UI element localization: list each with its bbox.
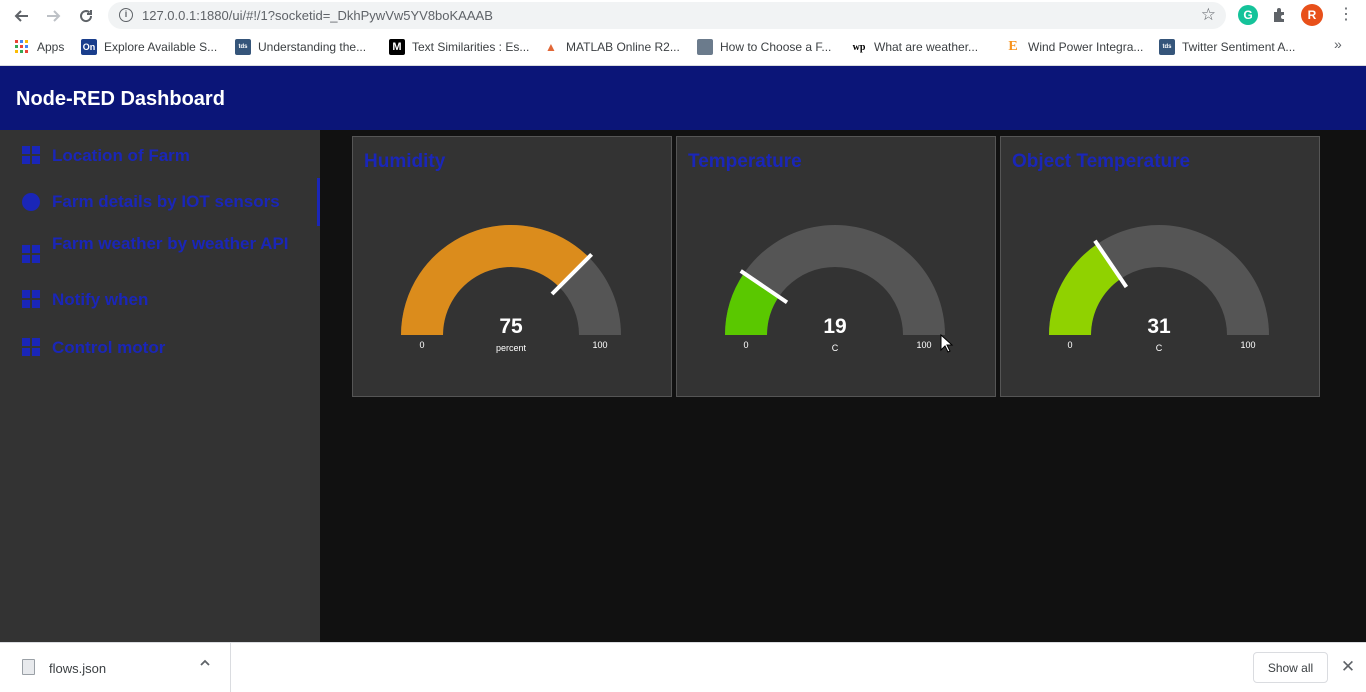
gauge-value: 19 bbox=[823, 315, 846, 338]
gauge-max-label: 100 bbox=[1240, 340, 1255, 350]
bookmark-item[interactable]: How to Choose a F... bbox=[697, 38, 831, 56]
globe-icon bbox=[22, 193, 40, 211]
sidebar-item-control-motor[interactable]: Control motor bbox=[0, 336, 320, 358]
back-icon[interactable] bbox=[9, 4, 33, 28]
dashboard-grid-icon bbox=[22, 146, 40, 164]
wp-logo-icon: wp bbox=[852, 41, 866, 53]
sidebar-item-location-of-farm[interactable]: Location of Farm bbox=[0, 144, 320, 166]
gauge-unit: C bbox=[832, 343, 839, 353]
browser-toolbar: i 127.0.0.1:1880/ui/#!/1?socketid=_DkhPy… bbox=[0, 0, 1366, 32]
humidity-gauge: 75 percent 0 100 bbox=[401, 225, 621, 353]
bookmarks-overflow-icon[interactable]: » bbox=[1334, 36, 1342, 52]
sidebar-item-label: Notify when bbox=[52, 289, 149, 309]
bookmark-item[interactable]: ▲ MATLAB Online R2... bbox=[543, 38, 680, 56]
bookmark-item[interactable]: tds Understanding the... bbox=[235, 38, 366, 56]
e-logo-icon: E bbox=[1008, 39, 1018, 54]
matlab-logo-icon: ▲ bbox=[545, 40, 557, 54]
show-all-button[interactable]: Show all bbox=[1253, 652, 1328, 683]
bookmark-star-icon[interactable]: ☆ bbox=[1201, 5, 1216, 25]
gauge-max-label: 100 bbox=[592, 340, 607, 350]
gauge-min-label: 0 bbox=[743, 340, 748, 350]
address-bar[interactable]: i 127.0.0.1:1880/ui/#!/1?socketid=_DkhPy… bbox=[108, 2, 1226, 29]
file-icon bbox=[22, 659, 35, 675]
reload-icon[interactable] bbox=[74, 4, 98, 28]
mouse-cursor-icon bbox=[940, 334, 954, 353]
bookmark-label: How to Choose a F... bbox=[720, 40, 832, 54]
dashboard-grid-icon bbox=[22, 338, 40, 356]
bookmark-item[interactable]: wp What are weather... bbox=[851, 38, 978, 56]
forward-icon[interactable] bbox=[42, 4, 66, 28]
thumbnail-icon bbox=[697, 39, 713, 55]
bookmark-label: What are weather... bbox=[874, 40, 979, 54]
gauge-min-label: 0 bbox=[1067, 340, 1072, 350]
gauge-card-humidity: Humidity 75 percent 0 100 bbox=[352, 136, 672, 397]
gauge-unit: C bbox=[1156, 343, 1163, 353]
bookmark-item[interactable]: tds Twitter Sentiment A... bbox=[1159, 38, 1295, 56]
browser-menu-icon[interactable]: ⋮ bbox=[1338, 4, 1354, 26]
gauge-unit: percent bbox=[496, 343, 527, 353]
dashboard-header: Node-RED Dashboard bbox=[0, 66, 1366, 130]
gauge-card-temperature: Temperature 19 C 0 100 bbox=[676, 136, 996, 397]
extensions-puzzle-icon[interactable] bbox=[1270, 5, 1290, 25]
tds-logo-icon: tds bbox=[235, 39, 251, 55]
medium-logo-icon: M bbox=[389, 39, 405, 55]
bookmark-label: Understanding the... bbox=[258, 40, 367, 54]
gauge-min-label: 0 bbox=[419, 340, 424, 350]
apps-grid-icon bbox=[14, 39, 30, 55]
bookmark-item[interactable]: On Explore Available S... bbox=[81, 38, 217, 56]
sidebar-item-farm-weather[interactable]: Farm weather by weather API bbox=[0, 234, 320, 274]
chevron-up-icon[interactable] bbox=[199, 657, 211, 672]
sidebar-item-label: Location of Farm bbox=[52, 145, 190, 165]
bookmark-apps[interactable]: Apps bbox=[14, 38, 64, 56]
sidebar-item-label: Farm details by IOT sensors bbox=[52, 192, 280, 211]
bookmark-label: MATLAB Online R2... bbox=[566, 40, 680, 54]
download-item[interactable]: flows.json bbox=[0, 643, 231, 692]
dashboard-grid-icon bbox=[22, 290, 40, 308]
sidebar-item-label: Farm weather by weather API bbox=[52, 234, 289, 253]
bookmark-label: Explore Available S... bbox=[104, 40, 218, 54]
gauge-max-label: 100 bbox=[916, 340, 931, 350]
downloads-bar: flows.json Show all ✕ bbox=[0, 642, 1366, 692]
gauge-value: 75 bbox=[499, 315, 523, 338]
grammarly-icon[interactable]: G bbox=[1238, 5, 1258, 25]
dashboard-grid-icon bbox=[22, 245, 40, 263]
bookmark-item[interactable]: M Text Similarities : Es... bbox=[389, 38, 529, 56]
temperature-gauge: 19 C 0 100 bbox=[725, 225, 945, 353]
gauge-fill bbox=[401, 225, 589, 335]
bookmark-label: Twitter Sentiment A... bbox=[1182, 40, 1296, 54]
site-info-icon[interactable]: i bbox=[119, 8, 133, 22]
page-title: Node-RED Dashboard bbox=[16, 88, 225, 110]
sidebar: Location of Farm Farm details by IOT sen… bbox=[0, 130, 320, 642]
bookmark-label: Wind Power Integra... bbox=[1028, 40, 1144, 54]
gauge-card-object-temperature: Object Temperature 31 C 0 100 bbox=[1000, 136, 1320, 397]
url-text[interactable]: 127.0.0.1:1880/ui/#!/1?socketid=_DkhPywV… bbox=[142, 8, 493, 23]
bookmark-item[interactable]: E Wind Power Integra... bbox=[1005, 38, 1143, 56]
gauge-value: 31 bbox=[1147, 315, 1171, 338]
sidebar-item-farm-details[interactable]: Farm details by IOT sensors bbox=[0, 178, 320, 226]
close-icon[interactable]: ✕ bbox=[1338, 657, 1358, 677]
tds-logo-icon: tds bbox=[1159, 39, 1175, 55]
object-temperature-gauge: 31 C 0 100 bbox=[1049, 225, 1269, 353]
on-logo-icon: On bbox=[81, 39, 97, 55]
download-file-name: flows.json bbox=[49, 661, 107, 676]
profile-avatar[interactable]: R bbox=[1301, 4, 1323, 26]
sidebar-item-label: Control motor bbox=[52, 337, 166, 357]
bookmark-label: Text Similarities : Es... bbox=[412, 40, 530, 54]
sidebar-item-notify-when[interactable]: Notify when bbox=[0, 288, 320, 310]
bookmark-label: Apps bbox=[37, 40, 65, 54]
bookmarks-bar: Apps On Explore Available S... tds Under… bbox=[0, 32, 1366, 62]
dashboard-content: Humidity 75 percent 0 100 Temperature 19… bbox=[320, 130, 1366, 642]
